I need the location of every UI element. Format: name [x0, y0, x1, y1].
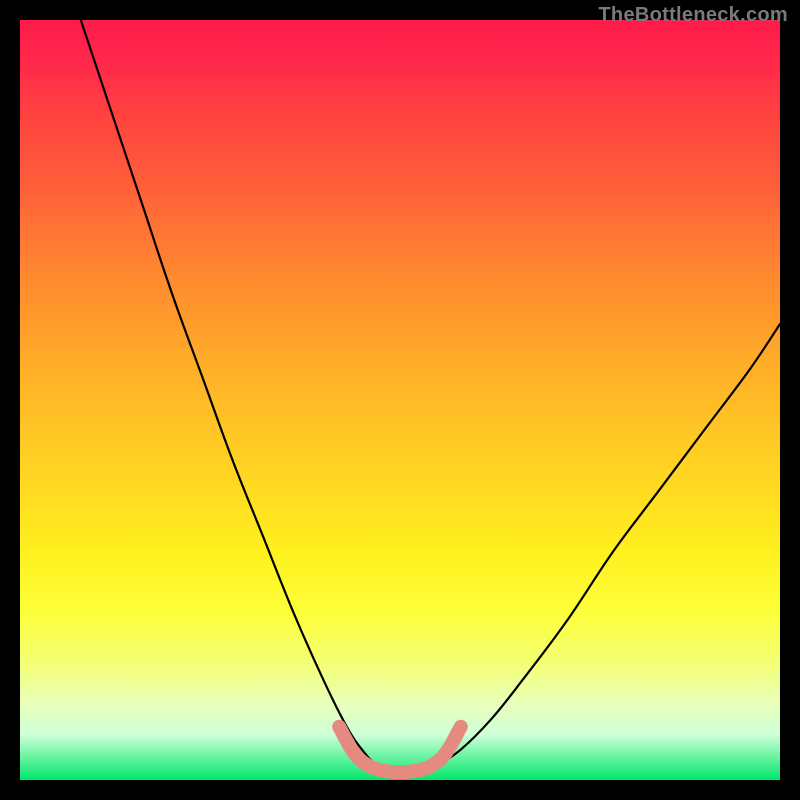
watermark-text: TheBottleneck.com [598, 4, 788, 27]
optimal-zone-highlight [339, 727, 461, 773]
bottleneck-chart-svg [20, 20, 780, 780]
chart-plot-area [20, 20, 780, 780]
bottleneck-curve [81, 20, 780, 773]
